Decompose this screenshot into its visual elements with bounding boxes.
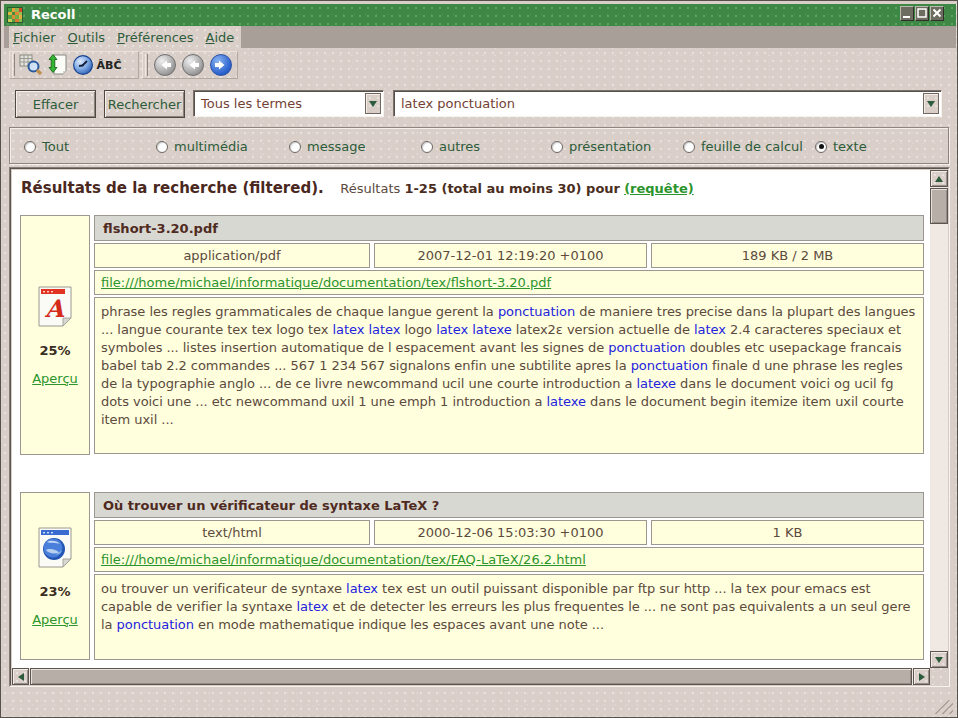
toolbar: ÂBĈ xyxy=(4,48,956,82)
filter-feuille-de-calcul[interactable]: feuille de calcul xyxy=(683,139,803,154)
triangle-right-icon xyxy=(919,673,925,681)
result-url-cell: file:///home/michael/informatique/docume… xyxy=(94,270,924,295)
triangle-down-icon xyxy=(935,657,943,663)
horizontal-scrollbar[interactable] xyxy=(12,668,930,685)
results-summary-count: 1-25 (total au moins 30) pour xyxy=(404,181,620,196)
result-size: 1 KB xyxy=(651,520,924,545)
menu-bar: Fichier Outils Préférences Aide xyxy=(4,26,956,48)
result-mime: text/html xyxy=(94,520,370,545)
pdf-document-icon: A xyxy=(36,285,74,330)
triangle-left-icon xyxy=(18,673,24,681)
search-mode-value: Tous les termes xyxy=(195,92,382,115)
minimize-button[interactable] xyxy=(900,6,914,21)
spellcheck-abc-icon[interactable]: ÂBĈ xyxy=(96,52,122,78)
results-heading: Résultats de la recherche (filtered). xyxy=(21,179,324,197)
result-item-2: 23% Aperçu Où trouver un vérificateur de… xyxy=(20,492,924,660)
result-url-cell: file:///home/michael/informatique/docume… xyxy=(94,547,924,572)
nav-back-icon[interactable] xyxy=(182,54,204,76)
toolbar-handle[interactable] xyxy=(145,54,148,76)
toolbar-group-nav xyxy=(142,51,238,79)
result-item-1: A 25% Aperçu flshort-3.20.pdf applicatio… xyxy=(20,215,924,455)
results-list[interactable]: Résultats de la recherche (filtered). Ré… xyxy=(12,170,930,668)
result-title[interactable]: flshort-3.20.pdf xyxy=(94,215,924,241)
search-mode-dropdown-button[interactable] xyxy=(365,93,381,114)
close-button[interactable] xyxy=(930,6,944,21)
scroll-left-button[interactable] xyxy=(12,668,29,685)
search-button[interactable]: Rechercher xyxy=(104,90,185,118)
filter-category-frame: Tout multimédia message autres présentat… xyxy=(9,127,949,164)
chevron-down-icon xyxy=(369,101,377,107)
radio-icon xyxy=(289,141,301,153)
scroll-right-button[interactable] xyxy=(913,668,930,685)
result-url-link[interactable]: file:///home/michael/informatique/docume… xyxy=(101,552,586,567)
window-title: Recoll xyxy=(31,7,75,22)
menu-outils[interactable]: Outils xyxy=(68,30,106,45)
filter-presentation[interactable]: présentation xyxy=(551,139,651,154)
menu-fichier[interactable]: Fichier xyxy=(13,30,56,45)
results-area: Résultats de la recherche (filtered). Ré… xyxy=(9,167,950,687)
title-bar[interactable]: Recoll xyxy=(4,4,956,26)
result-title[interactable]: Où trouver un vérificateur de syntaxe La… xyxy=(94,492,924,518)
filter-tout[interactable]: Tout xyxy=(24,139,69,154)
table-search-icon[interactable] xyxy=(18,52,44,78)
scroll-down-button[interactable] xyxy=(930,651,948,668)
recoll-window: Recoll Fichier Outils Préférences Aide xyxy=(0,0,958,718)
preview-link[interactable]: Aperçu xyxy=(32,371,78,386)
result-side-panel: A 25% Aperçu xyxy=(20,215,90,455)
radio-icon xyxy=(815,141,827,153)
result-snippet: ou trouver un verificateur de syntaxe la… xyxy=(94,574,924,660)
menu-preferences[interactable]: Préférences xyxy=(117,30,193,45)
chevron-down-icon xyxy=(927,101,935,107)
nav-first-icon[interactable] xyxy=(154,54,176,76)
results-headline: Résultats de la recherche (filtered). Ré… xyxy=(21,179,694,197)
toolbar-group-main: ÂBĈ xyxy=(9,51,139,79)
horizontal-scroll-thumb[interactable] xyxy=(30,668,912,685)
triangle-up-icon xyxy=(935,176,943,182)
nav-forward-icon[interactable] xyxy=(210,54,232,76)
menu-items: Fichier Outils Préférences Aide xyxy=(9,26,241,48)
clock-icon[interactable] xyxy=(70,52,96,78)
query-value: latex ponctuation xyxy=(395,92,940,115)
result-mime: application/pdf xyxy=(94,243,370,268)
vertical-scroll-thumb[interactable] xyxy=(930,188,948,224)
app-icon xyxy=(7,7,23,23)
menu-aide[interactable]: Aide xyxy=(206,30,235,45)
search-mode-select[interactable]: Tous les termes xyxy=(193,90,384,117)
vertical-scrollbar[interactable] xyxy=(930,170,948,668)
toolbar-handle[interactable] xyxy=(12,54,15,76)
relevance-percent: 23% xyxy=(39,584,70,599)
resize-grip[interactable] xyxy=(935,700,953,714)
filter-multimedia[interactable]: multimédia xyxy=(156,139,248,154)
html-document-icon xyxy=(36,526,74,571)
result-snippet: phrase les regles grammaticales de chaqu… xyxy=(94,297,924,454)
filter-message[interactable]: message xyxy=(289,139,365,154)
result-date: 2000-12-06 15:03:30 +0100 xyxy=(374,520,647,545)
clear-button[interactable]: Effacer xyxy=(15,90,96,118)
svg-text:A: A xyxy=(44,294,65,323)
query-input[interactable]: latex ponctuation xyxy=(393,90,942,117)
result-side-panel: 23% Aperçu xyxy=(20,492,90,660)
radio-icon xyxy=(421,141,433,153)
radio-icon xyxy=(156,141,168,153)
radio-icon xyxy=(551,141,563,153)
result-size: 189 KB / 2 MB xyxy=(651,243,924,268)
sort-document-icon[interactable] xyxy=(44,52,70,78)
filter-texte[interactable]: texte xyxy=(815,139,867,154)
maximize-button[interactable] xyxy=(915,6,929,21)
result-url-link[interactable]: file:///home/michael/informatique/docume… xyxy=(101,275,551,290)
radio-icon xyxy=(683,141,695,153)
preview-link[interactable]: Aperçu xyxy=(32,612,78,627)
filter-autres[interactable]: autres xyxy=(421,139,480,154)
scroll-up-button[interactable] xyxy=(930,170,948,187)
results-summary-prefix: Résultats xyxy=(340,181,400,196)
radio-icon xyxy=(24,141,36,153)
query-dropdown-button[interactable] xyxy=(923,93,939,114)
relevance-percent: 25% xyxy=(39,343,70,358)
result-date: 2007-12-01 12:19:20 +0100 xyxy=(374,243,647,268)
query-link[interactable]: (requête) xyxy=(624,181,694,196)
